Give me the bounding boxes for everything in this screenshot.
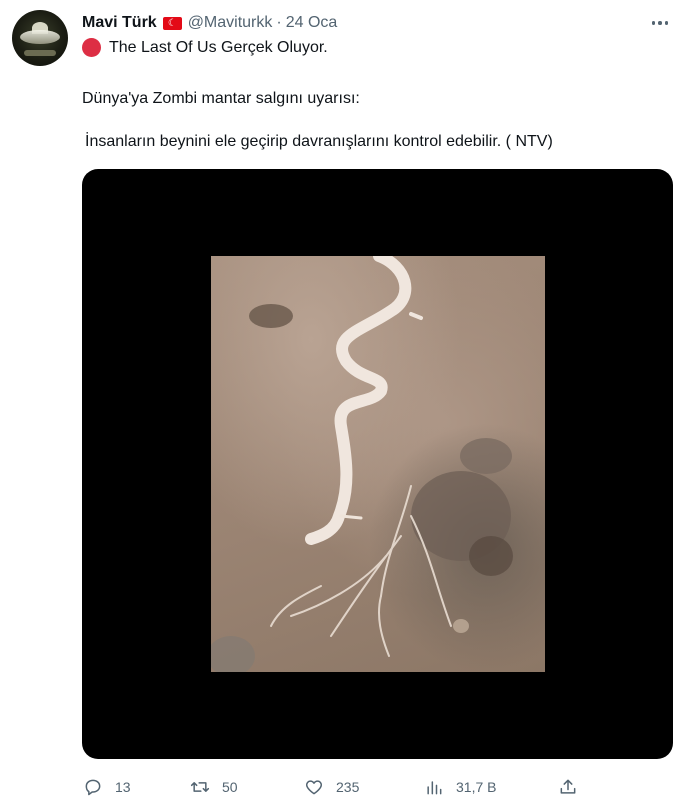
tweet-text-line-2: Dünya'ya Zombi mantar salgını uyarısı: <box>82 90 360 107</box>
turkey-flag-icon: ☾ <box>162 16 182 30</box>
avatar-caption-graphic <box>24 50 56 56</box>
author-name[interactable]: Mavi Türk <box>82 14 157 32</box>
more-dot-icon <box>658 21 662 25</box>
share-icon <box>560 779 576 794</box>
more-dot-icon <box>651 21 656 25</box>
like-button[interactable]: 235 <box>304 776 359 798</box>
tweet-media-video[interactable] <box>82 169 673 759</box>
fungus-worm-image <box>207 250 513 676</box>
tweet-text-line-1: The Last Of Us Gerçek Oluyor. <box>82 38 328 57</box>
views-count: 31,7 B <box>456 779 497 795</box>
tweet-actions-bar: 13 50 235 31,7 B <box>0 776 690 800</box>
heart-icon <box>305 780 323 795</box>
more-options-button[interactable] <box>648 12 672 34</box>
share-button[interactable] <box>558 776 578 798</box>
avatar[interactable] <box>12 10 68 66</box>
retweet-icon <box>190 782 210 792</box>
tweet-text-line-3: İnsanların beynini ele geçirip davranışl… <box>85 133 553 150</box>
author-handle[interactable]: @Maviturkk <box>188 14 273 32</box>
reply-count: 13 <box>115 779 131 795</box>
video-frame[interactable] <box>207 250 545 676</box>
reply-button[interactable]: 13 <box>83 776 131 798</box>
tweet-line-1-text: The Last Of Us Gerçek Oluyor. <box>109 38 328 56</box>
like-count: 235 <box>336 779 360 795</box>
separator-dot: · <box>276 14 282 31</box>
ufo-graphic <box>20 30 60 44</box>
tweet-date[interactable]: 24 Oca <box>286 14 338 32</box>
reply-icon <box>85 779 101 796</box>
views-button[interactable]: 31,7 B <box>424 776 496 798</box>
retweet-count: 50 <box>222 779 238 795</box>
retweet-button[interactable]: 50 <box>190 776 238 798</box>
red-circle-emoji-icon <box>82 38 101 57</box>
analytics-bar-icon <box>427 781 442 795</box>
more-dot-icon <box>664 21 669 25</box>
tweet-header: Mavi Türk ☾ @Maviturkk · 24 Oca <box>82 12 337 34</box>
